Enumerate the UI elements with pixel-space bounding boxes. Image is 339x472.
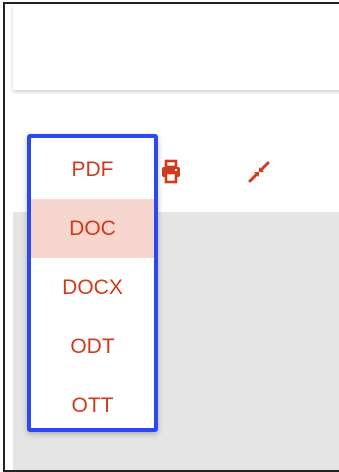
format-option-doc[interactable]: DOC (31, 199, 154, 258)
compress-arrows-icon (248, 161, 270, 183)
header-bar (13, 4, 339, 90)
print-icon (162, 159, 180, 184)
format-dropdown-menu: PDF DOC DOCX ODT OTT (27, 134, 158, 432)
format-list: PDF DOC DOCX ODT OTT (31, 140, 154, 435)
format-option-docx[interactable]: DOCX (31, 258, 154, 317)
print-button[interactable] (156, 156, 188, 188)
format-option-pdf[interactable]: PDF (31, 140, 154, 199)
format-option-odt[interactable]: ODT (31, 317, 154, 376)
compress-button[interactable] (243, 156, 275, 188)
format-option-ott[interactable]: OTT (31, 376, 154, 435)
